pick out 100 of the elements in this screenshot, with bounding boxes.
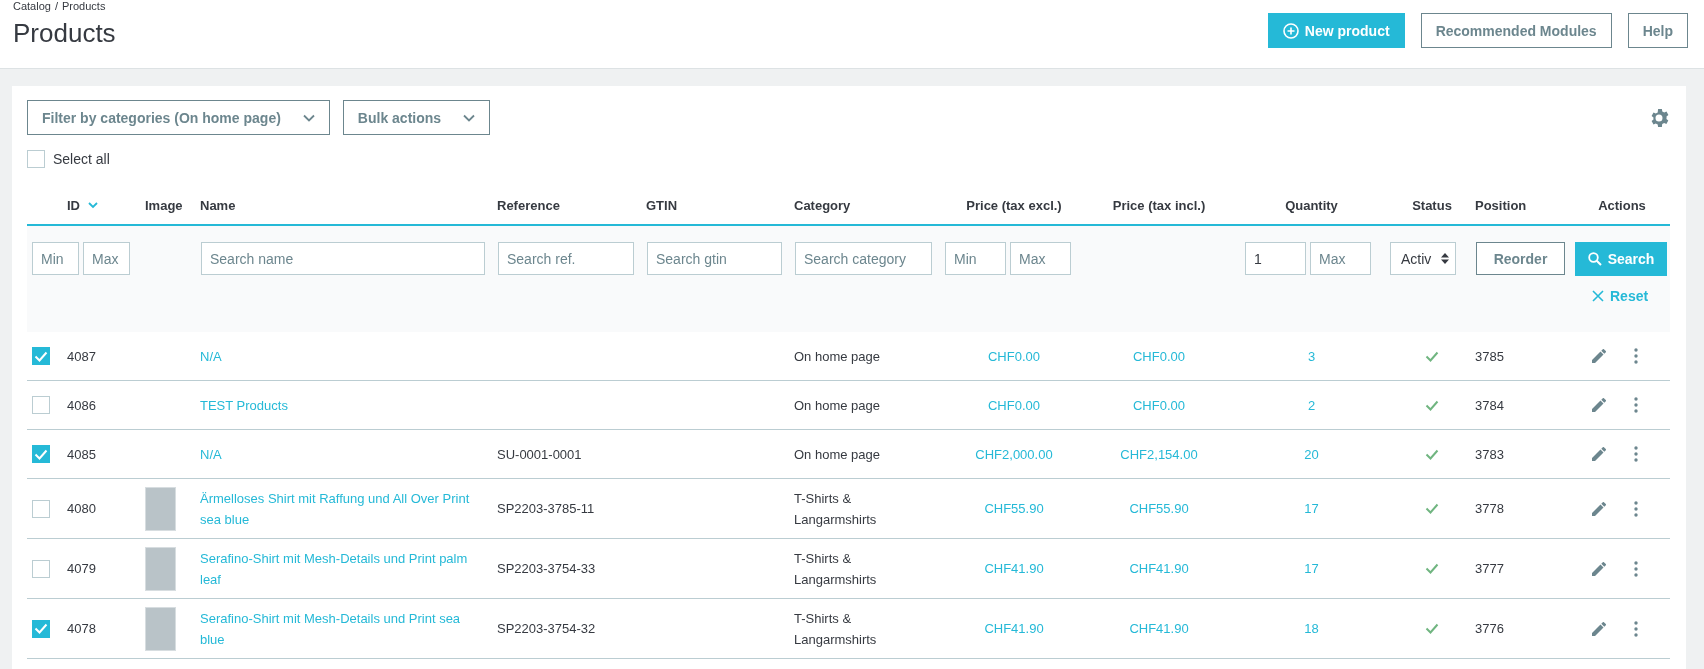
price-link[interactable]: CHF0.00 — [988, 397, 1040, 413]
product-category: On home page — [794, 445, 881, 464]
quantity-link[interactable]: 20 — [1304, 446, 1319, 462]
product-position: 3778 — [1475, 501, 1504, 516]
dropdown-button[interactable]: Bulk actions — [342, 100, 491, 135]
product-position: 3783 — [1475, 446, 1504, 462]
status-select[interactable]: Activ — [1390, 242, 1456, 275]
search-button[interactable]: Search — [1575, 242, 1667, 276]
price-link[interactable]: CHF0.00 — [1133, 397, 1185, 413]
product-category: On home page — [794, 396, 881, 415]
breadcrumb-link[interactable]: Catalog — [13, 0, 51, 12]
close-icon — [1592, 290, 1604, 302]
product-name-link[interactable]: N/A — [200, 345, 497, 367]
input-field[interactable]: 1 — [1245, 242, 1306, 275]
quantity-link[interactable]: 18 — [1304, 621, 1319, 636]
more-vertical-icon[interactable] — [1634, 500, 1638, 517]
reset-link[interactable]: Reset — [1592, 288, 1649, 304]
input-field[interactable]: Max — [1310, 242, 1371, 275]
row-checkbox[interactable] — [32, 559, 50, 578]
product-reference: SP2203-3785-11 — [497, 501, 595, 516]
price-link[interactable]: CHF2,154.00 — [1120, 446, 1198, 462]
quantity-link[interactable]: 17 — [1304, 501, 1319, 516]
price-link[interactable]: CHF41.90 — [984, 561, 1044, 576]
checkmark-icon — [34, 448, 48, 460]
product-name-link[interactable]: Serafino-Shirt mit Mesh-Details und Print sea blue — [200, 607, 497, 650]
product-position: 3785 — [1475, 348, 1504, 364]
input-field[interactable]: Min — [945, 242, 1006, 275]
product-id: 4078 — [67, 621, 96, 636]
product-id: 4086 — [67, 397, 96, 413]
pencil-icon[interactable] — [1592, 349, 1606, 363]
price-link[interactable]: CHF55.90 — [984, 501, 1044, 516]
input-field[interactable]: Max — [1010, 242, 1071, 275]
product-category: T-Shirts & Langarmshirts — [794, 609, 878, 649]
product-reference: SP2203-3754-32 — [497, 621, 596, 636]
product-position: 3777 — [1475, 561, 1504, 576]
more-vertical-icon[interactable] — [1634, 560, 1638, 577]
row-checkbox[interactable] — [32, 499, 50, 518]
column-header: Status — [1412, 197, 1452, 213]
pencil-icon[interactable] — [1592, 621, 1606, 636]
check-icon[interactable] — [1425, 503, 1439, 514]
sort-caret-icon[interactable] — [88, 201, 98, 209]
check-icon[interactable] — [1425, 350, 1439, 362]
settings-icon[interactable] — [1649, 107, 1669, 128]
row-checkbox[interactable] — [32, 619, 50, 638]
price-link[interactable]: CHF41.90 — [1129, 561, 1189, 576]
check-icon[interactable] — [1425, 448, 1439, 460]
check-icon[interactable] — [1425, 623, 1439, 634]
quantity-link[interactable]: 2 — [1307, 397, 1316, 413]
product-name-link[interactable]: Ärmelloses Shirt mit Raffung und All Over Print sea blue — [200, 487, 497, 530]
pencil-icon[interactable] — [1592, 561, 1606, 576]
product-category: T-Shirts & Langarmshirts — [794, 549, 878, 589]
price-link[interactable]: CHF0.00 — [1133, 348, 1185, 364]
header-button[interactable]: Recommended Modules — [1420, 13, 1612, 48]
checkmark-icon — [34, 623, 48, 634]
input-field[interactable]: Search category — [795, 242, 932, 275]
header-button[interactable]: Help — [1627, 13, 1688, 48]
check-icon[interactable] — [1425, 563, 1439, 574]
more-vertical-icon[interactable] — [1634, 397, 1638, 413]
row-checkbox[interactable] — [32, 347, 50, 365]
breadcrumb-link[interactable]: Products — [62, 0, 106, 12]
sort-arrows-icon — [1441, 253, 1449, 264]
input-field[interactable]: Search name — [201, 242, 485, 275]
pencil-icon[interactable] — [1592, 501, 1606, 516]
pencil-icon[interactable] — [1592, 447, 1606, 461]
quantity-link[interactable]: 17 — [1304, 561, 1319, 576]
price-link[interactable]: CHF41.90 — [1129, 621, 1189, 636]
product-id: 4080 — [67, 501, 96, 516]
column-header: Price (tax excl.) — [966, 197, 1062, 213]
dropdown-button[interactable]: Filter by categories (On home page) — [27, 100, 330, 135]
product-name-link[interactable]: N/A — [200, 443, 497, 465]
price-link[interactable]: CHF0.00 — [988, 348, 1040, 364]
column-header: Position — [1475, 197, 1527, 213]
input-field[interactable]: Max — [83, 242, 130, 275]
new-product-button[interactable]: New product — [1267, 13, 1405, 48]
product-name-link[interactable]: TEST Products — [200, 394, 497, 416]
column-header: Category — [794, 197, 851, 213]
checkbox[interactable] — [27, 150, 45, 168]
row-checkbox[interactable] — [32, 445, 50, 463]
check-icon[interactable] — [1425, 399, 1439, 411]
input-field[interactable]: Min — [32, 242, 79, 275]
column-header[interactable]: ID — [67, 197, 80, 213]
column-header: Image — [145, 197, 183, 213]
input-field[interactable]: Search ref. — [498, 242, 634, 275]
product-reference: SP2203-3754-33 — [497, 561, 596, 576]
row-checkbox[interactable] — [32, 396, 50, 414]
product-reference: SU-0001-0001 — [497, 446, 582, 462]
column-header: Quantity — [1285, 197, 1338, 213]
more-vertical-icon[interactable] — [1634, 446, 1638, 462]
reorder-button[interactable]: Reorder — [1476, 242, 1565, 275]
more-vertical-icon[interactable] — [1634, 348, 1638, 364]
price-link[interactable]: CHF2,000.00 — [975, 446, 1053, 462]
price-link[interactable]: CHF55.90 — [1129, 501, 1189, 516]
product-id: 4085 — [67, 446, 96, 462]
quantity-link[interactable]: 3 — [1307, 348, 1316, 364]
product-name-link[interactable]: Serafino-Shirt mit Mesh-Details und Print palm leaf — [200, 547, 497, 590]
price-link[interactable]: CHF41.90 — [984, 621, 1044, 636]
pencil-icon[interactable] — [1592, 398, 1606, 412]
product-id: 4087 — [67, 348, 96, 364]
input-field[interactable]: Search gtin — [647, 242, 782, 275]
more-vertical-icon[interactable] — [1634, 620, 1638, 637]
